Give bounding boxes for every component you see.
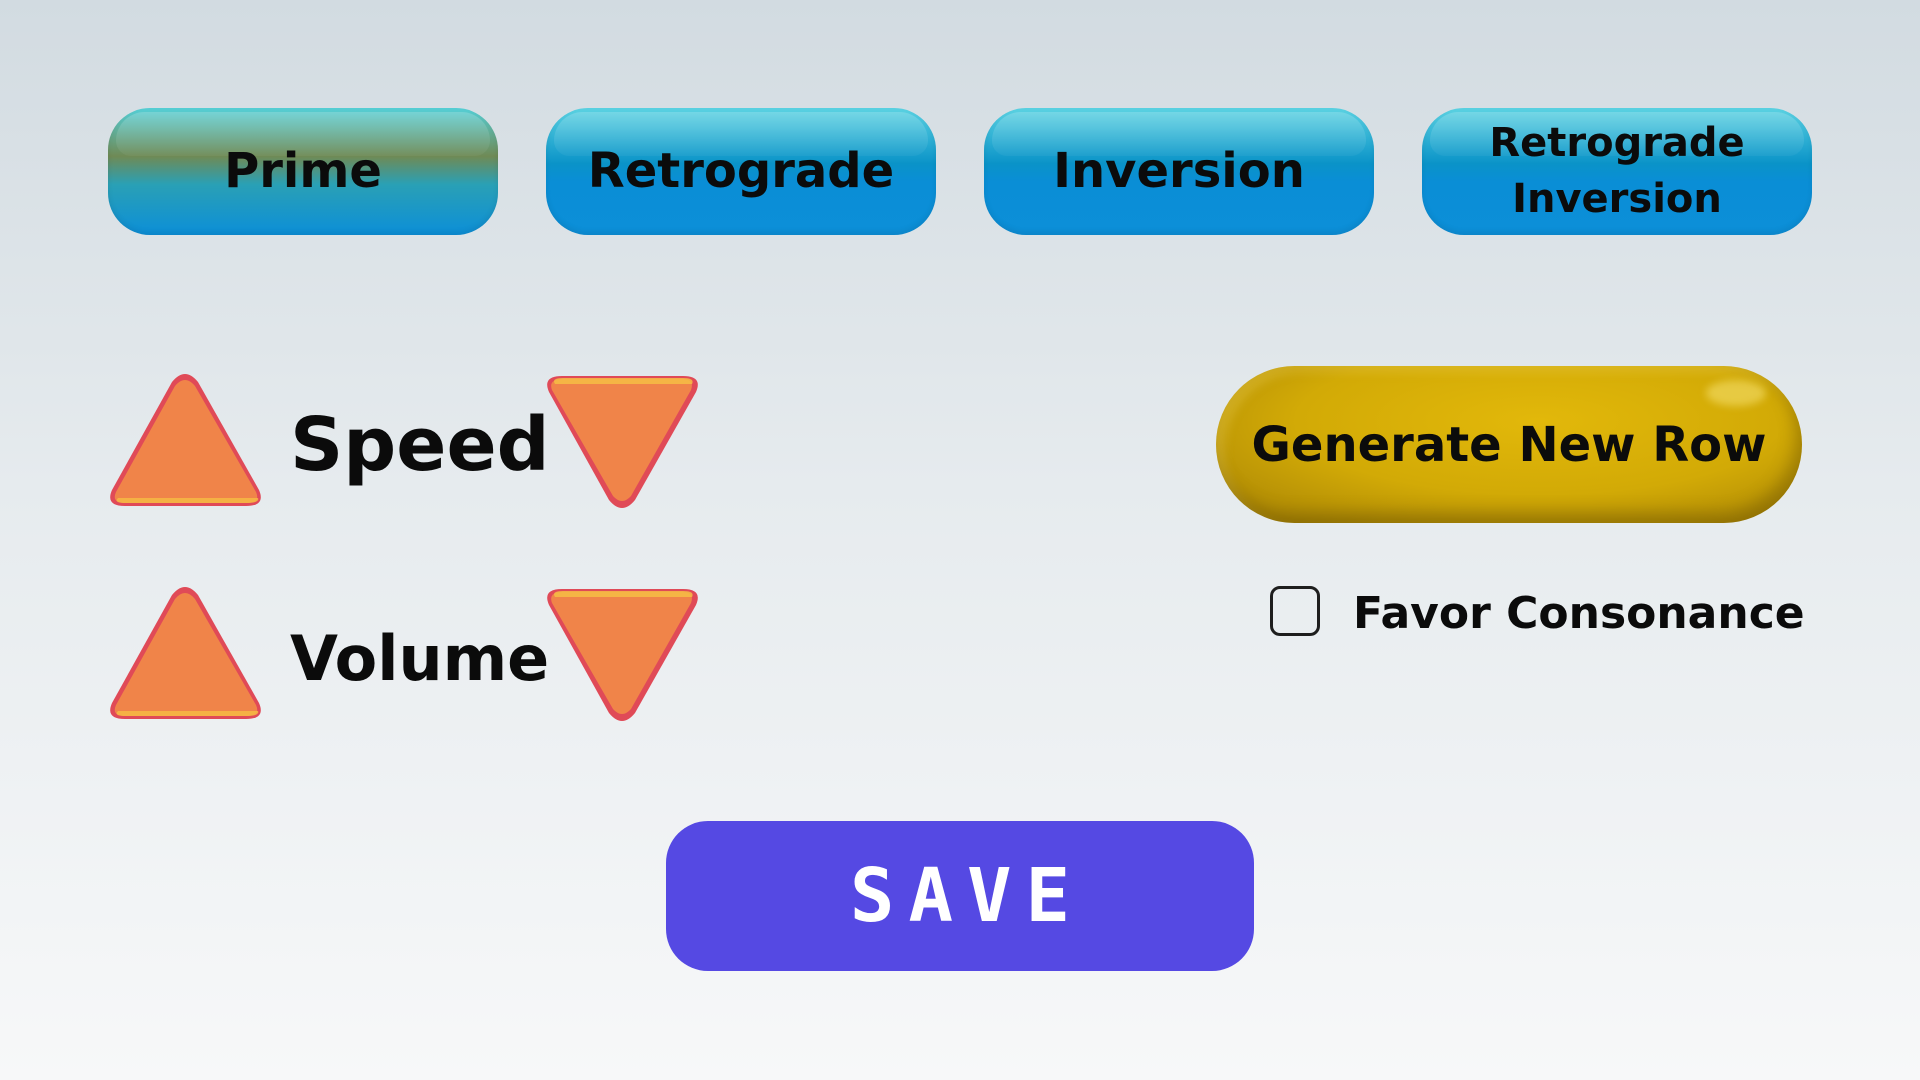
speed-down-arrow-icon[interactable] <box>545 372 700 510</box>
generate-new-row-label: Generate New Row <box>1251 416 1767 473</box>
generate-new-row-button[interactable]: Generate New Row <box>1216 366 1802 523</box>
retrograde-inversion-button[interactable]: Retrograde Inversion <box>1422 108 1812 235</box>
volume-up-arrow-icon[interactable] <box>108 585 263 723</box>
retrograde-inversion-button-label: Retrograde Inversion <box>1489 120 1745 222</box>
retrograde-button-label: Retrograde <box>587 143 895 200</box>
save-button-label: SAVE <box>849 853 1085 939</box>
save-button[interactable]: SAVE <box>666 821 1254 971</box>
retrograde-button[interactable]: Retrograde <box>546 108 936 235</box>
favor-consonance-checkbox[interactable] <box>1270 586 1320 636</box>
prime-button[interactable]: Prime <box>108 108 498 235</box>
speed-up-arrow-icon[interactable] <box>108 372 263 510</box>
inversion-button[interactable]: Inversion <box>984 108 1374 235</box>
prime-button-label: Prime <box>224 143 382 200</box>
inversion-button-label: Inversion <box>1053 143 1305 200</box>
speed-label: Speed <box>290 402 550 488</box>
volume-down-arrow-icon[interactable] <box>545 585 700 723</box>
volume-label: Volume <box>290 622 550 695</box>
favor-consonance-label[interactable]: Favor Consonance <box>1353 588 1805 639</box>
